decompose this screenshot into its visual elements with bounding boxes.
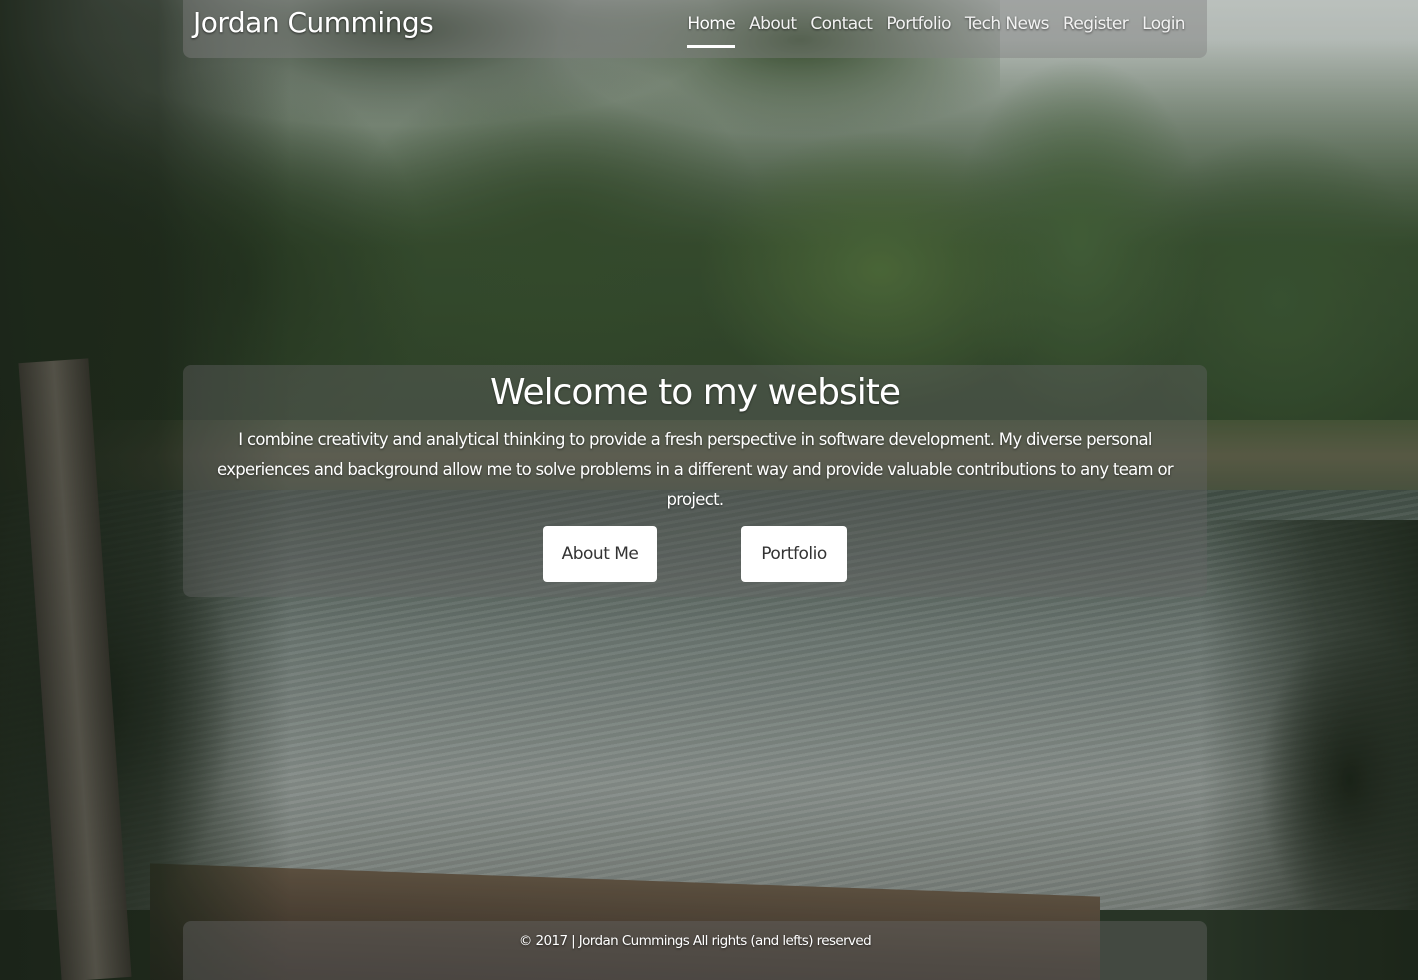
- hero-description: I combine creativity and analytical thin…: [217, 430, 1174, 509]
- nav-link-register[interactable]: Register: [1063, 14, 1129, 34]
- nav-item-portfolio: Portfolio: [886, 0, 951, 34]
- about-me-button[interactable]: About Me: [543, 526, 657, 582]
- nav-menu: Home About Contact Portfolio Tech News R…: [673, 0, 1186, 58]
- footer: © 2017 | Jordan Cummings All rights (and…: [183, 921, 1207, 980]
- nav-item-register: Register: [1063, 0, 1129, 34]
- nav-item-home: Home: [687, 0, 736, 48]
- hero-button-group: About Me Portfolio: [183, 526, 1207, 582]
- nav-link-contact[interactable]: Contact: [810, 14, 873, 34]
- page: Jordan Cummings Home About Contact Portf…: [0, 0, 1418, 980]
- nav-item-tech-news: Tech News: [965, 0, 1050, 34]
- nav-link-about[interactable]: About: [749, 14, 797, 34]
- navbar: Jordan Cummings Home About Contact Portf…: [183, 0, 1207, 58]
- nav-item-contact: Contact: [810, 0, 873, 34]
- nav-link-portfolio[interactable]: Portfolio: [886, 14, 951, 34]
- nav-link-tech-news[interactable]: Tech News: [965, 14, 1050, 34]
- portfolio-button[interactable]: Portfolio: [741, 526, 847, 582]
- nav-item-about: About: [749, 0, 797, 34]
- site-brand-link[interactable]: Jordan Cummings: [193, 6, 434, 39]
- active-nav-underline: [687, 45, 736, 48]
- nav-item-login: Login: [1142, 0, 1185, 34]
- copyright-text: © 2017 | Jordan Cummings All rights (and…: [518, 933, 872, 949]
- hero-panel: Welcome to my website I combine creativi…: [183, 365, 1207, 597]
- nav-link-home[interactable]: Home: [687, 14, 735, 34]
- nav-link-login[interactable]: Login: [1142, 14, 1185, 34]
- hero-title: Welcome to my website: [490, 372, 901, 413]
